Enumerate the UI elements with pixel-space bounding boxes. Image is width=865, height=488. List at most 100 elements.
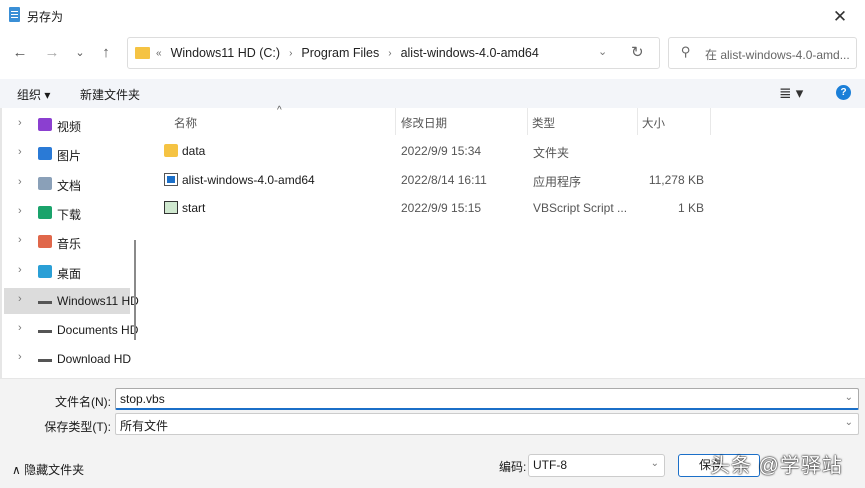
window-title: 另存为	[27, 10, 64, 24]
chevron-down-icon[interactable]: ⌄	[598, 45, 607, 58]
breadcrumb-separator[interactable]: ›	[289, 46, 292, 62]
file-type: 应用程序	[533, 174, 582, 189]
file-modified: 2022/9/9 15:34	[401, 144, 482, 158]
sidebar-item-label: 下载	[57, 207, 82, 222]
scrollbar[interactable]	[134, 240, 136, 340]
application-icon	[164, 172, 178, 186]
save-type-value: 所有文件	[120, 419, 169, 433]
recent-locations-button[interactable]: ⌄	[69, 42, 91, 64]
chevron-right-icon[interactable]: ›	[18, 117, 22, 129]
chevron-right-icon[interactable]: ›	[18, 351, 22, 363]
chevron-down-icon: ⌄	[650, 458, 659, 469]
sidebar-item[interactable]: › 音乐	[4, 229, 130, 255]
encoding-label: 编码:	[499, 460, 527, 474]
file-modified: 2022/8/14 16:11	[401, 172, 487, 187]
download-icon	[38, 205, 52, 219]
chevron-right-icon[interactable]: ›	[18, 322, 22, 334]
search-input[interactable]: ⚲ 在 alist-windows-4.0-amd...	[668, 37, 857, 69]
column-name[interactable]: 名称	[174, 115, 197, 131]
close-button[interactable]: ✕	[820, 4, 860, 30]
column-divider[interactable]	[637, 108, 638, 135]
filename-value: stop.vbs	[120, 392, 165, 406]
filename-field[interactable]: stop.vbs ⌄	[115, 388, 859, 410]
organize-button[interactable]: 组织 ▾	[17, 86, 50, 103]
video-icon	[38, 118, 52, 131]
encoding-value: UTF-8	[533, 458, 567, 472]
chevron-down-icon[interactable]: ⌄	[845, 392, 853, 403]
sidebar-item[interactable]: › 下载	[4, 200, 130, 226]
sidebar-item-label: 图片	[57, 149, 82, 164]
file-name: alist-windows-4.0-amd64	[182, 172, 315, 187]
column-type[interactable]: 类型	[532, 115, 555, 131]
chevron-down-icon[interactable]: ⌄	[845, 417, 853, 428]
back-button[interactable]: ←	[9, 42, 31, 64]
overflow-chevron[interactable]: «	[156, 46, 162, 62]
file-size: 11,278 KB	[648, 172, 704, 187]
filename-label: 文件名(N):	[55, 395, 111, 409]
forward-button[interactable]: →	[41, 42, 63, 64]
new-folder-button[interactable]: 新建文件夹	[80, 86, 140, 103]
breadcrumb-item[interactable]: alist-windows-4.0-amd64	[401, 46, 539, 62]
sidebar-item-label: Documents HD	[57, 323, 139, 338]
documents-icon	[38, 176, 52, 190]
watermark: 头条 @学驿站	[710, 455, 843, 477]
sidebar-item[interactable]: › Windows11 HD (C:)	[4, 287, 140, 314]
chevron-right-icon[interactable]: ›	[18, 293, 22, 305]
breadcrumb: « Windows11 HD (C:) › Program Files › al…	[156, 46, 539, 62]
sidebar-item[interactable]: › Download HD	[4, 346, 132, 372]
drive-icon	[38, 323, 52, 334]
sidebar-item[interactable]: › 文档	[4, 171, 130, 197]
encoding-select[interactable]: UTF-8 ⌄	[528, 454, 665, 477]
search-placeholder: 在 alist-windows-4.0-amd...	[705, 48, 850, 62]
sidebar-item[interactable]: › 图片	[4, 141, 130, 167]
save-type-select[interactable]: 所有文件 ⌄	[115, 413, 859, 435]
hide-folders-button[interactable]: ∧ 隐藏文件夹	[12, 461, 84, 478]
up-button[interactable]: ↑	[95, 42, 117, 64]
file-type: VBScript Script ...	[533, 201, 628, 216]
sidebar-item-label: 桌面	[57, 266, 82, 281]
sidebar-item-label: 视频	[57, 120, 82, 134]
breadcrumb-item[interactable]: Program Files	[301, 46, 379, 62]
view-options-button[interactable]: ≣ ▾	[779, 84, 803, 102]
pictures-icon	[38, 147, 52, 161]
file-row[interactable]: start 2022/9/9 15:15 VBScript Script ... 1 …	[145, 195, 865, 221]
drive-icon	[38, 352, 52, 363]
drive-icon	[38, 294, 52, 304]
chevron-right-icon[interactable]: ›	[18, 176, 22, 188]
sidebar-item-label: Download HD	[57, 352, 132, 367]
column-divider[interactable]	[395, 108, 396, 135]
file-row[interactable]: alist-windows-4.0-amd64 2022/8/14 16:11 应用…	[145, 167, 865, 193]
column-size[interactable]: 大小	[642, 115, 665, 131]
toolbar: 组织 ▾ 新建文件夹 ≣ ▾ ?	[0, 79, 865, 108]
search-icon: ⚲	[681, 44, 691, 59]
file-modified: 2022/9/9 15:15	[401, 201, 482, 216]
column-divider[interactable]	[527, 108, 528, 135]
column-modified[interactable]: 修改日期	[401, 115, 447, 131]
file-name: data	[182, 144, 206, 158]
chevron-right-icon[interactable]: ›	[18, 234, 22, 246]
file-type: 文件夹	[533, 146, 570, 160]
sidebar-item[interactable]: › 桌面	[4, 259, 130, 285]
sidebar-item[interactable]: › 视频	[4, 112, 130, 138]
help-icon[interactable]: ?	[836, 85, 851, 100]
notepad-icon	[9, 7, 20, 22]
column-divider[interactable]	[710, 108, 711, 135]
sort-ascending-icon: ^	[277, 105, 282, 116]
file-row[interactable]: data 2022/9/9 15:34 文件夹	[145, 138, 865, 164]
breadcrumb-item[interactable]: Windows11 HD (C:)	[171, 46, 281, 62]
sidebar-item-label: 文档	[57, 178, 82, 193]
chevron-right-icon[interactable]: ›	[18, 264, 22, 276]
file-list: 名称 ^ 修改日期 类型 大小 data 2022/9/9 15:34 文件夹 ali…	[145, 105, 865, 378]
refresh-icon[interactable]: ↻	[631, 43, 644, 61]
sidebar-item[interactable]: › Documents HD	[4, 317, 138, 343]
folder-icon	[135, 47, 150, 59]
chevron-right-icon[interactable]: ›	[18, 146, 22, 158]
file-size: 1 KB	[677, 201, 704, 216]
navigation-pane: › 视频 › 图片 › 文档 › 下载 › 音乐 › 桌面 › Windows11 HD (C:) › Doc…	[0, 108, 140, 378]
sidebar-item-label: Windows11 HD (C:)	[57, 293, 140, 308]
music-icon	[38, 235, 52, 249]
address-bar[interactable]: « Windows11 HD (C:) › Program Files › al…	[127, 37, 660, 69]
breadcrumb-separator[interactable]: ›	[388, 46, 391, 62]
vbscript-icon	[164, 201, 178, 215]
chevron-right-icon[interactable]: ›	[18, 205, 22, 217]
